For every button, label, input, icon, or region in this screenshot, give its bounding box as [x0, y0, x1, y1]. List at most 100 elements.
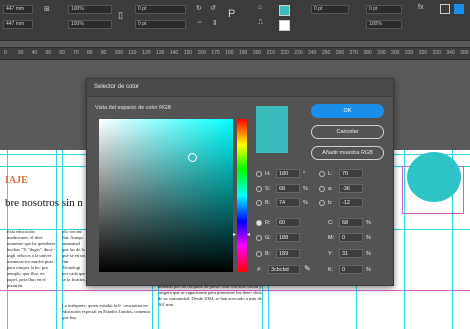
- hex-field[interactable]: 3cbcbd: [268, 265, 300, 274]
- stroke-weight-field[interactable]: 0 pt: [311, 5, 349, 14]
- ruler-tick-label: 0: [4, 50, 7, 56]
- k-field[interactable]: 0: [339, 265, 363, 274]
- l-field[interactable]: 70: [339, 169, 363, 178]
- ruler-tick-label: 130: [156, 50, 165, 56]
- ruler-tick-label: 170: [211, 50, 220, 56]
- ok-button[interactable]: OK: [311, 104, 384, 118]
- radio-b[interactable]: [256, 200, 262, 206]
- text-column-4: bdiendo por un conjunto de perso- non co…: [158, 284, 262, 307]
- y-field[interactable]: 447 mm: [3, 20, 33, 29]
- ruler-tick-label: 330: [432, 50, 441, 56]
- y-unit: %: [366, 251, 371, 257]
- flip-icon[interactable]: ⇔: [196, 19, 203, 26]
- color-space-label: Vista del espacio de color RGB: [95, 105, 172, 111]
- h-label: H:: [265, 171, 271, 177]
- control-bar: 447 mm 447 mm ⊞ 100% 100% ▯ 0 pt 0 pt ↻ …: [0, 0, 470, 41]
- horizontal-ruler: 0 30 40 50 60 70 80 90 100 110 120 130 140 150 160 170 1…: [0, 47, 470, 60]
- add-swatch-button[interactable]: Añadir muestra RGB: [311, 146, 384, 160]
- text-column-1: Esta educación mediciones, el dive moneu…: [7, 229, 56, 288]
- ruler-tick-label: 270: [349, 50, 358, 56]
- lab-b-field[interactable]: -12: [339, 198, 363, 207]
- h-field[interactable]: 180: [276, 169, 300, 178]
- m-label: M:: [328, 235, 335, 241]
- fill-swatch[interactable]: [279, 5, 290, 16]
- rotate-field[interactable]: 0 pt: [135, 5, 186, 14]
- lab-b-label: b:: [328, 200, 333, 206]
- ruler-tick-label: 340: [446, 50, 455, 56]
- color-swatch-preview: [256, 106, 288, 153]
- m-field[interactable]: 0: [339, 233, 363, 242]
- s-field[interactable]: 68: [276, 184, 300, 193]
- dialog-titlebar[interactable]: Selector de color: [87, 79, 393, 97]
- ruler-tick-label: 240: [308, 50, 317, 56]
- g-field[interactable]: 188: [276, 233, 300, 242]
- auto-fit-icon[interactable]: [454, 4, 464, 14]
- cancel-button[interactable]: Cancelar: [311, 125, 384, 139]
- g-label: G:: [265, 235, 271, 241]
- teal-ellipse[interactable]: [407, 152, 461, 202]
- b-field[interactable]: 74: [276, 198, 300, 207]
- ruler-tick-label: 200: [252, 50, 262, 56]
- color-field[interactable]: [99, 119, 233, 272]
- color-picker-dialog: Selector de color Vista del espacio de c…: [86, 78, 394, 286]
- h-unit: °: [303, 171, 306, 177]
- rotate-ccw-icon[interactable]: ↺: [210, 4, 216, 12]
- ruler-tick-label: 150: [183, 50, 193, 56]
- radio-s[interactable]: [256, 186, 262, 192]
- rgb-b-label: B:: [265, 251, 271, 257]
- ruler-tick-label: 220: [280, 50, 289, 56]
- r-field[interactable]: 60: [276, 218, 300, 227]
- select-container-icon[interactable]: ⌂: [258, 4, 262, 11]
- ruler-tick-label: 140: [169, 50, 179, 56]
- eyedropper-icon[interactable]: ✎: [304, 264, 311, 273]
- ruler-tick-label: 30: [17, 50, 24, 56]
- ruler-tick-label: 160: [197, 50, 206, 56]
- scale-x-field[interactable]: 100%: [68, 5, 112, 14]
- c-field[interactable]: 68: [339, 218, 363, 227]
- ruler-tick-label: 80: [86, 50, 93, 56]
- ruler-tick-label: 180: [225, 50, 234, 56]
- radio-g[interactable]: [256, 235, 262, 241]
- rgb-b-field[interactable]: 189: [276, 249, 300, 258]
- opacity-field[interactable]: 100%: [366, 20, 402, 29]
- select-content-icon[interactable]: ⎍: [258, 19, 263, 27]
- article-headline: bre nosotros sin n: [5, 197, 83, 209]
- stroke-swatch[interactable]: [279, 20, 290, 31]
- radio-a[interactable]: [319, 186, 325, 192]
- scale-y-field[interactable]: 100%: [68, 20, 112, 29]
- ruler-tick-label: 250: [321, 50, 331, 56]
- ruler-tick-label: 190: [239, 50, 248, 56]
- a-field[interactable]: -36: [339, 184, 363, 193]
- fx-icon[interactable]: fx: [418, 4, 423, 11]
- ruler-tick-label: 280: [363, 50, 372, 56]
- r-label: R:: [265, 220, 271, 226]
- type-on-path-icon[interactable]: P: [228, 8, 235, 20]
- color-field-cursor[interactable]: [188, 153, 197, 162]
- corner-field[interactable]: 0 pt: [366, 5, 402, 14]
- radio-r[interactable]: [256, 220, 262, 226]
- slider-handle-right-icon[interactable]: ◂: [247, 231, 250, 238]
- ruler-tick-label: 260: [335, 50, 345, 56]
- radio-lab-b[interactable]: [319, 200, 325, 206]
- y-label: Y:: [328, 251, 333, 257]
- k-label: K:: [328, 267, 334, 273]
- text-column-2: plo con int fbn. Aunqu aumentad que las …: [62, 229, 86, 282]
- ruler-tick-label: 230: [294, 50, 303, 56]
- dialog-title: Selector de color: [94, 84, 140, 90]
- hue-slider[interactable]: [237, 119, 247, 272]
- slider-handle-left-icon[interactable]: ▸: [233, 231, 236, 238]
- rotate-icon[interactable]: ↻: [196, 4, 202, 12]
- link-icon[interactable]: ▯: [118, 10, 123, 21]
- shear-field[interactable]: 0 pt: [135, 20, 186, 29]
- ruler-tick-label: 120: [142, 50, 151, 56]
- radio-rgb-b[interactable]: [256, 251, 262, 257]
- frame-fit-icon[interactable]: [440, 4, 450, 14]
- radio-l[interactable]: [319, 171, 325, 177]
- constrain-icon[interactable]: ⊞: [44, 5, 50, 13]
- ruler-tick-label: 210: [266, 50, 275, 56]
- radio-h[interactable]: [256, 171, 262, 177]
- ruler-tick-label: 100: [114, 50, 123, 56]
- y-field[interactable]: 31: [339, 249, 363, 258]
- align-icon[interactable]: ⇕: [212, 19, 218, 27]
- x-field[interactable]: 447 mm: [3, 5, 33, 14]
